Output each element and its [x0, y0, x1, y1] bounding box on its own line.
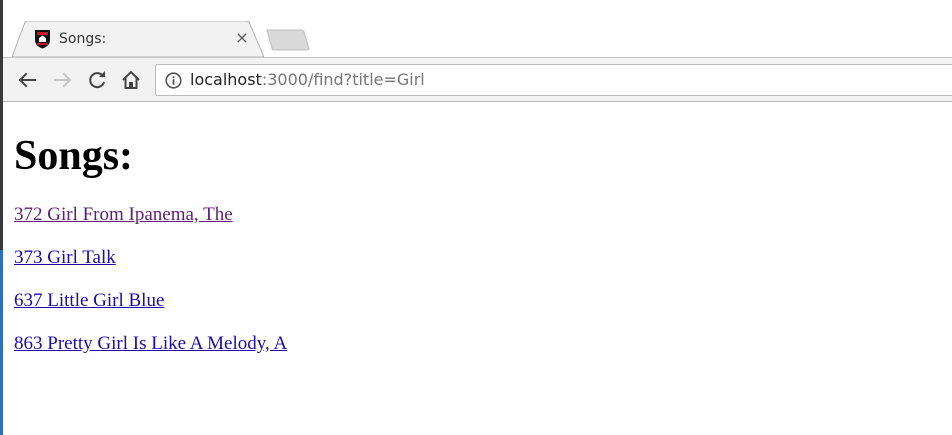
url-text[interactable]: localhost:3000/find?title=Girl	[190, 70, 425, 90]
reload-icon[interactable]	[86, 69, 108, 91]
home-icon[interactable]	[120, 69, 142, 91]
tab-strip: Songs: ×	[3, 0, 952, 57]
list-item: 373 Girl Talk	[14, 247, 116, 269]
info-icon[interactable]	[165, 72, 182, 89]
url-path: :3000/find?title=Girl	[261, 70, 425, 89]
address-bar[interactable]: localhost:3000/find?title=Girl	[155, 64, 952, 96]
song-link[interactable]: 863 Pretty Girl Is Like A Melody, A	[14, 333, 287, 354]
arrow-left-icon[interactable]	[16, 69, 38, 91]
list-item: 637 Little Girl Blue	[14, 290, 164, 312]
tab-songs[interactable]: Songs: ×	[12, 21, 264, 57]
url-host: localhost	[190, 70, 262, 89]
list-item: 372 Girl From Ipanema, The	[14, 204, 233, 226]
list-item: 863 Pretty Girl Is Like A Melody, A	[14, 333, 287, 355]
song-link[interactable]: 637 Little Girl Blue	[14, 290, 164, 311]
browser-toolbar: localhost:3000/find?title=Girl	[3, 57, 952, 102]
new-tab-icon[interactable]	[265, 29, 311, 51]
page-title: Songs:	[14, 133, 134, 179]
tab-title: Songs:	[59, 31, 107, 47]
song-link[interactable]: 372 Girl From Ipanema, The	[14, 204, 233, 225]
close-icon[interactable]: ×	[232, 28, 252, 48]
shield-favicon-icon	[34, 29, 51, 49]
arrow-right-icon[interactable]	[52, 69, 74, 91]
song-link[interactable]: 373 Girl Talk	[14, 247, 116, 268]
